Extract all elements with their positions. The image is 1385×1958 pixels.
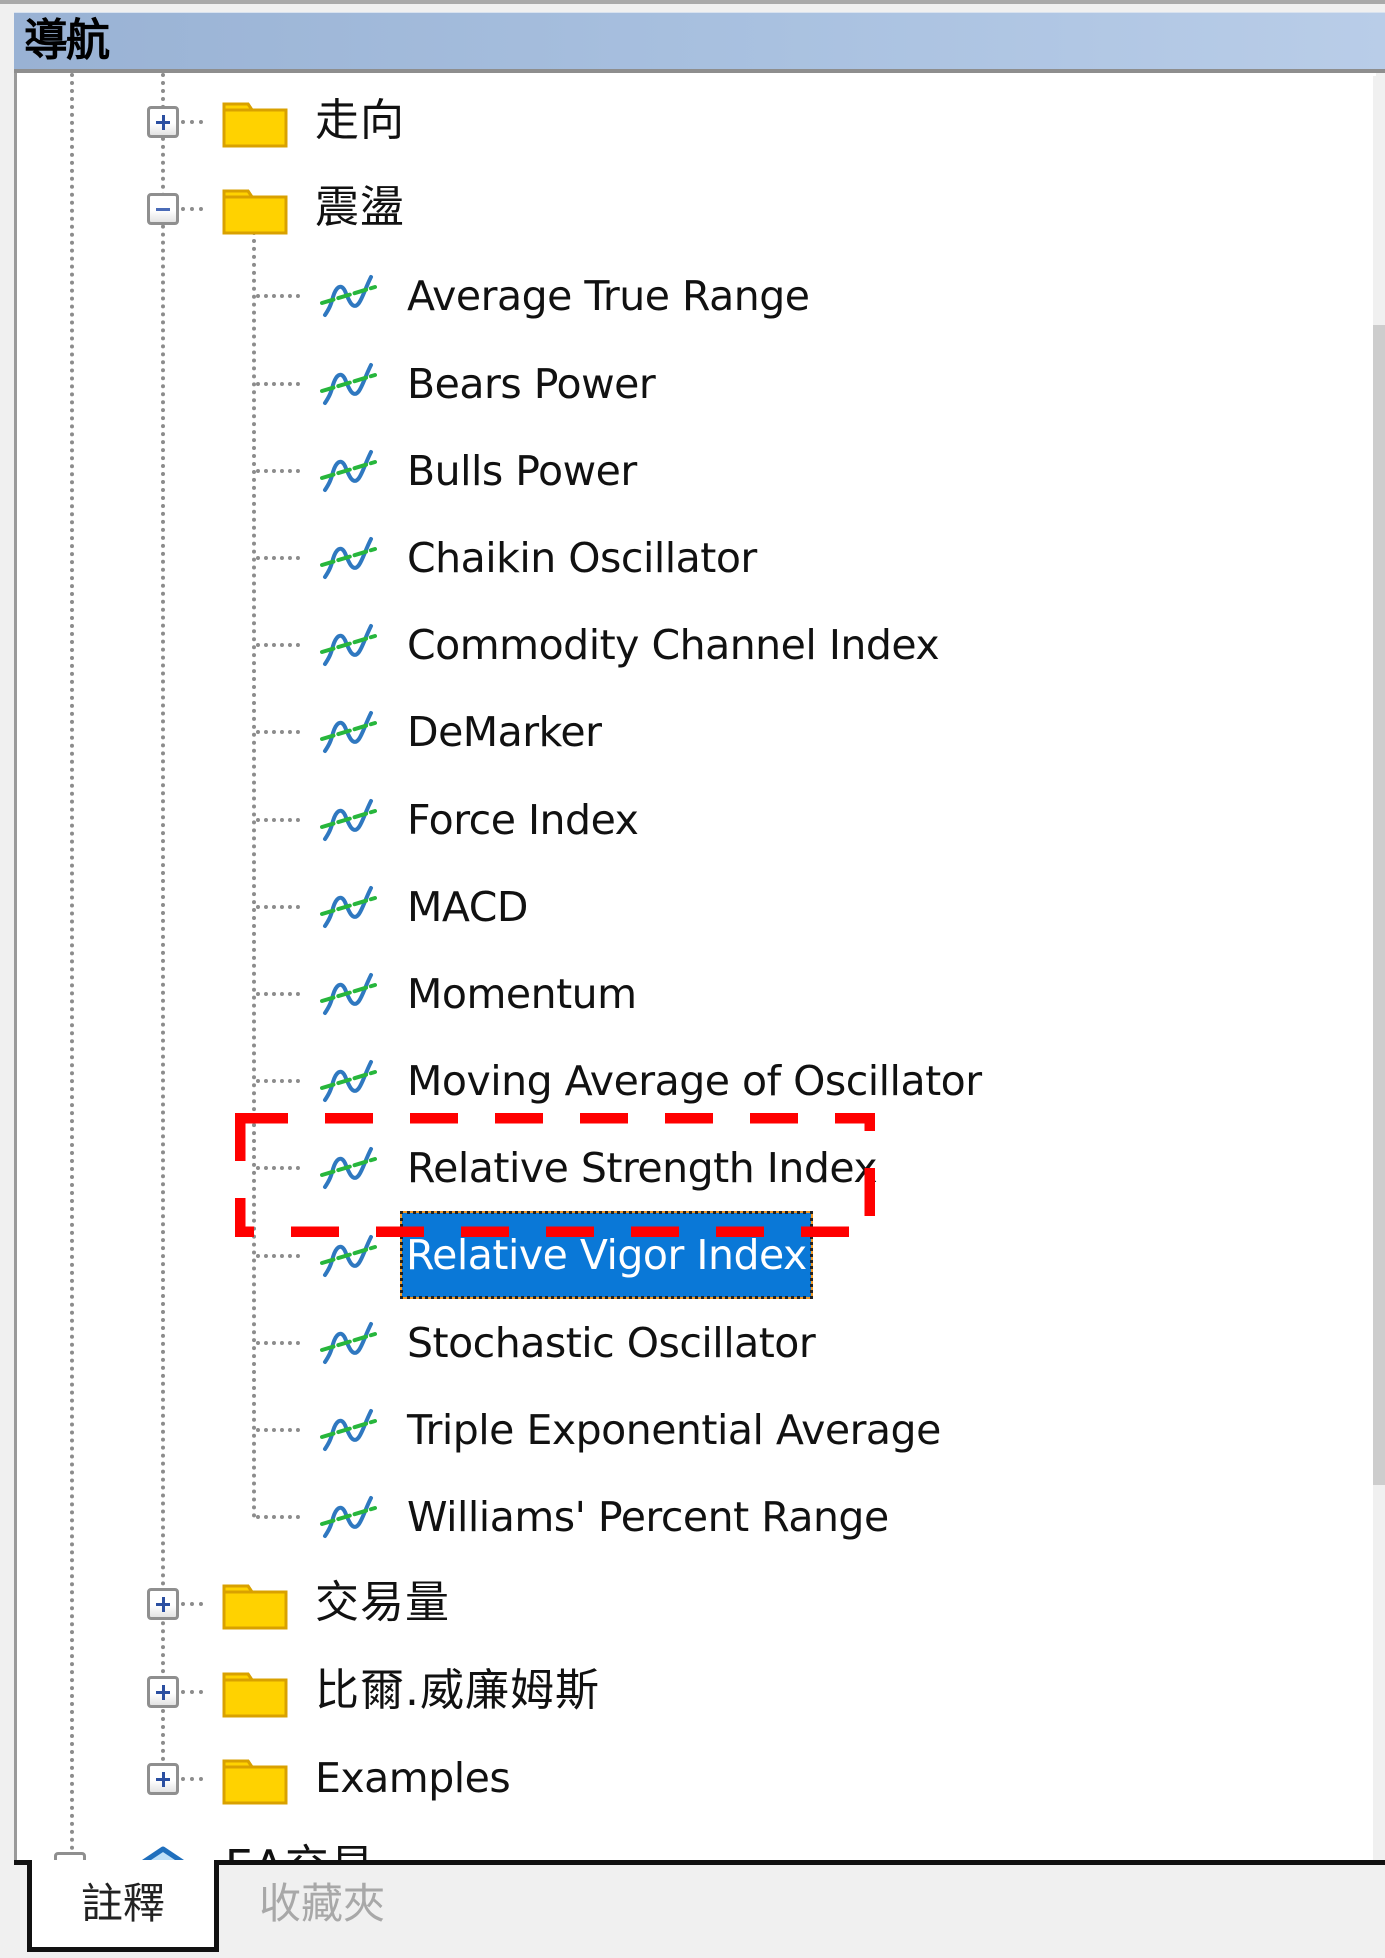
tree-connector xyxy=(256,992,300,996)
tree-connector xyxy=(256,1515,300,1520)
tree-folder-expert-advisors[interactable]: EA交易 xyxy=(17,1823,1376,1860)
indicator-icon xyxy=(320,275,377,318)
tab-strip-border xyxy=(14,1860,1385,1865)
expert-advisor-label: EA交易 xyxy=(225,1837,375,1860)
indicator-item[interactable]: Bulls Power xyxy=(17,428,1376,515)
expert-advisor-icon xyxy=(141,1846,185,1860)
navigator-title: 導航 xyxy=(24,15,110,66)
vertical-scrollbar[interactable] xyxy=(1373,76,1385,1860)
indicator-label: Force Index xyxy=(407,795,639,844)
indicator-label: Momentum xyxy=(407,970,637,1018)
indicator-label: Bears Power xyxy=(407,359,656,408)
indicator-item[interactable]: Stochastic Oscillator xyxy=(17,1300,1376,1387)
indicator-icon xyxy=(320,1496,377,1539)
tab-notes[interactable]: 註釋 xyxy=(27,1860,219,1952)
bottom-tab-strip: 註釋 收藏夾 xyxy=(14,1860,1385,1958)
folder-icon xyxy=(222,1584,288,1630)
indicator-icon xyxy=(320,711,377,754)
indicator-icon xyxy=(320,362,377,405)
folder-icon xyxy=(222,189,288,235)
expand-toggle[interactable] xyxy=(147,1675,179,1708)
indicator-item[interactable]: Bears Power xyxy=(17,341,1376,428)
indicator-icon xyxy=(320,1321,377,1364)
tree-connector xyxy=(256,730,300,735)
expand-toggle[interactable] xyxy=(147,106,179,138)
indicator-item[interactable]: Force Index xyxy=(17,777,1376,864)
indicator-label: Chaikin Oscillator xyxy=(407,534,757,582)
indicator-item[interactable]: Momentum xyxy=(17,951,1376,1038)
expand-toggle[interactable] xyxy=(147,1588,179,1621)
folder-label: 比爾.威廉姆斯 xyxy=(315,1664,600,1716)
indicator-icon xyxy=(320,624,377,667)
indicator-icon xyxy=(320,1234,377,1277)
indicator-label: Triple Exponential Average xyxy=(407,1406,941,1454)
tree-connector xyxy=(181,1689,203,1694)
indicator-label: Commodity Channel Index xyxy=(407,621,940,670)
indicator-label: Moving Average of Oscillator xyxy=(407,1057,982,1106)
folder-label: 走向 xyxy=(315,95,405,146)
tree-connector xyxy=(256,904,300,909)
collapse-toggle[interactable] xyxy=(147,193,179,226)
tree-connector xyxy=(256,1428,300,1432)
indicator-icon xyxy=(320,1409,377,1451)
indicator-icon xyxy=(320,1060,377,1103)
navigator-header: 導航 xyxy=(14,12,1385,69)
tree-folder-17[interactable]: 交易量 xyxy=(17,1561,1376,1648)
indicator-label: MACD xyxy=(407,882,528,931)
tree-connector xyxy=(256,381,300,386)
tree-folder-18[interactable]: 比爾.威廉姆斯 xyxy=(17,1649,1376,1736)
indicator-item[interactable]: Commodity Channel Index xyxy=(17,602,1376,689)
folder-label: Examples xyxy=(315,1753,511,1802)
indicator-icon xyxy=(320,537,377,579)
indicator-item[interactable]: Chaikin Oscillator xyxy=(17,515,1376,602)
tree-connector xyxy=(181,1602,203,1607)
indicator-label: DeMarker xyxy=(407,708,602,757)
folder-icon xyxy=(222,102,288,148)
navigator-tree[interactable]: 走向 震盪 Average True Range Bears Power Bul… xyxy=(14,73,1376,1860)
tree-connector xyxy=(256,1079,300,1084)
folder-icon xyxy=(222,1759,288,1805)
tree-connector xyxy=(256,643,300,648)
indicator-label: Williams' Percent Range xyxy=(407,1493,889,1542)
indicator-label: Bulls Power xyxy=(407,446,637,495)
tab-favorites[interactable]: 收藏夾 xyxy=(259,1860,385,1948)
tree-connector xyxy=(256,294,300,299)
indicator-icon xyxy=(320,885,377,928)
folder-label: 交易量 xyxy=(315,1577,450,1629)
indicator-item[interactable]: Triple Exponential Average xyxy=(17,1387,1376,1474)
indicator-icon xyxy=(320,973,377,1015)
tree-connector xyxy=(181,120,203,124)
tree-folder-0[interactable]: 走向 xyxy=(17,79,1376,166)
indicator-icon xyxy=(320,449,377,492)
indicator-icon xyxy=(320,798,377,841)
tree-connector xyxy=(256,468,300,473)
indicator-label: Average True Range xyxy=(407,272,810,321)
indicator-item[interactable]: Williams' Percent Range xyxy=(17,1474,1376,1561)
tree-connector xyxy=(181,207,203,212)
tree-folder-19[interactable]: Examples xyxy=(17,1736,1376,1823)
folder-icon xyxy=(222,1672,288,1718)
tree-connector xyxy=(256,817,300,822)
tree-connector xyxy=(256,556,300,560)
folder-label: 震盪 xyxy=(315,182,405,234)
indicator-item[interactable]: MACD xyxy=(17,864,1376,951)
indicator-item[interactable]: Average True Range xyxy=(17,253,1376,340)
tree-connector xyxy=(181,1776,203,1781)
expand-toggle[interactable] xyxy=(54,1852,86,1860)
highlight-annotation-box xyxy=(235,1113,875,1237)
indicator-item[interactable]: DeMarker xyxy=(17,689,1376,776)
scrollbar-thumb[interactable] xyxy=(1373,325,1385,1485)
tree-connector xyxy=(256,1340,300,1345)
expand-toggle[interactable] xyxy=(147,1762,179,1795)
window-top-border xyxy=(0,0,1385,4)
indicator-label: Stochastic Oscillator xyxy=(407,1318,816,1367)
tree-connector xyxy=(256,1253,300,1258)
tree-folder-1[interactable]: 震盪 xyxy=(17,166,1376,253)
